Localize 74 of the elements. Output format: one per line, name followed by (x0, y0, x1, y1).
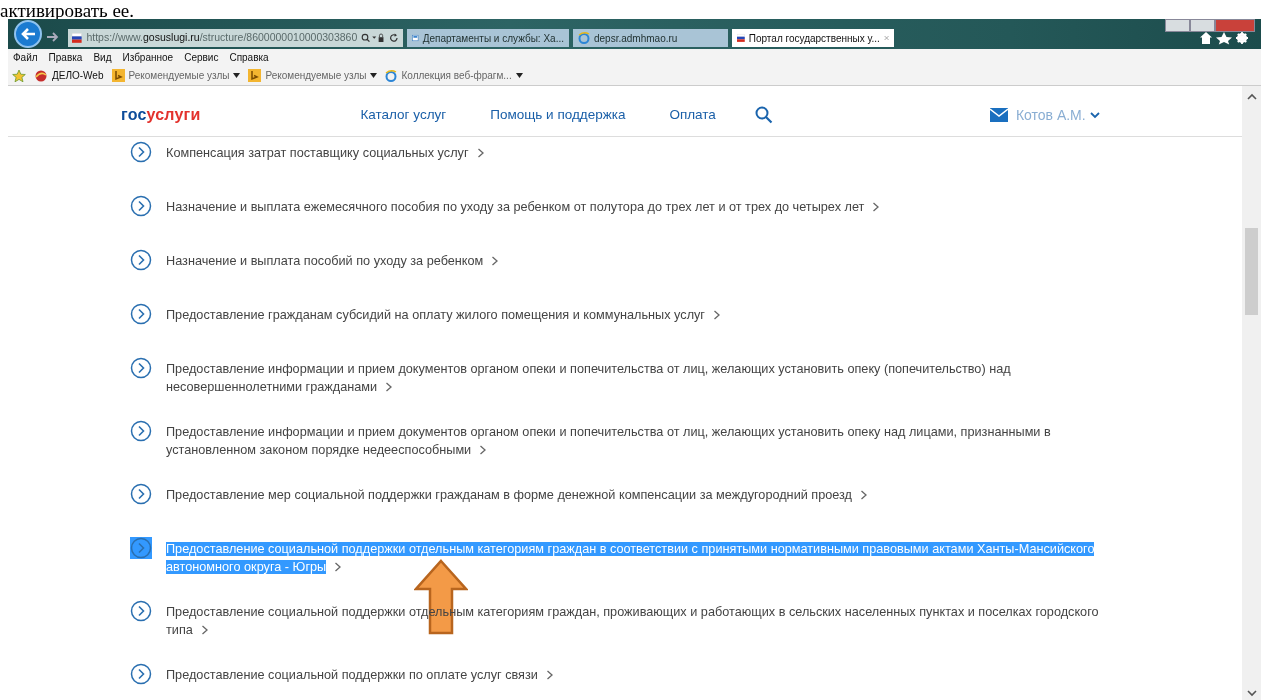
scroll-down-icon[interactable] (1245, 688, 1258, 698)
tab-title: Портал государственных у... (748, 31, 880, 46)
nav-link[interactable]: Оплата (669, 104, 716, 126)
service-link[interactable]: Назначение и выплата пособий по уходу за ребенком (166, 249, 1111, 270)
scroll-up-icon[interactable] (1245, 92, 1258, 102)
chevron-right-icon (334, 562, 343, 572)
chevron-circle-icon[interactable] (130, 420, 152, 442)
back-button[interactable] (14, 20, 42, 48)
chevron-down-icon (1089, 111, 1100, 119)
chevron-right-icon (476, 148, 485, 158)
service-link[interactable]: Назначение и выплата ежемесячного пособия по уходу за ребенком от полутора до трех лет и от трех до четырех лет (166, 195, 1111, 216)
globe-icon (34, 68, 48, 83)
nav-link[interactable]: Помощь и поддержка (490, 104, 626, 126)
menu-item[interactable]: Избранное (122, 50, 174, 65)
chevron-right-icon (860, 490, 869, 500)
back-arrow-icon (20, 27, 36, 41)
chevron-circle-icon[interactable] (130, 141, 152, 163)
menu-item[interactable]: Правка (48, 50, 83, 65)
browser-icon (578, 32, 590, 44)
page-icon (412, 32, 419, 44)
favorites-link[interactable]: Рекомендуемые узлы (111, 68, 241, 83)
favorites-star-icon[interactable] (12, 68, 26, 83)
browser-icon (385, 69, 398, 82)
service-link[interactable]: Компенсация затрат поставщику социальных услуг (166, 141, 1111, 162)
chevron-right-icon (479, 445, 488, 455)
browser-tab[interactable]: Департаменты и службы: Ха... (407, 29, 569, 47)
chevron-circle-icon[interactable] (130, 663, 152, 685)
mail-icon[interactable] (989, 108, 1008, 122)
favorites-link[interactable]: ДЕЛО-Web (34, 68, 104, 83)
service-link[interactable]: Предоставление информации и прием документов органом опеки и попечительства от лиц, желающих установить опеку (попечительство) над несовершеннолетними гражданами (166, 357, 1111, 396)
b-logo-icon (111, 69, 125, 82)
tab-title: Департаменты и службы: Ха... (422, 31, 564, 46)
refresh-icon[interactable] (389, 32, 399, 44)
chevron-circle-icon[interactable] (130, 357, 152, 379)
chevron-circle-icon[interactable] (130, 600, 152, 622)
service-link[interactable]: Предоставление информации и прием документов органом опеки и попечительства от лиц, желающих установить опеку над лицами, признанными в установленном законом порядке недееспособными (166, 420, 1111, 459)
address-field[interactable]: https://www.gosuslugi.ru/structure/8600000010000303860 (68, 29, 403, 47)
chevron-right-icon (200, 625, 209, 635)
menu-item[interactable]: Файл (13, 50, 38, 65)
search-icon[interactable] (754, 106, 773, 124)
favorites-link[interactable]: Рекомендуемые узлы (248, 68, 378, 83)
chevron-right-icon (491, 256, 500, 266)
flag-icon (737, 32, 745, 44)
site-logo[interactable]: госуслуги (121, 103, 201, 127)
address-text: https://www.gosuslugi.ru/structure/8600000010000303860 (86, 30, 358, 46)
chevron-right-icon (385, 382, 394, 392)
chevron-right-icon (713, 310, 721, 320)
service-link[interactable]: Предоставление гражданам субсидий на оплату жилого помещения и коммунальных услуг (166, 303, 1111, 324)
nav-link[interactable]: Каталог услуг (360, 104, 447, 126)
document-text: активировать ее. (0, 1, 135, 20)
browser-tab[interactable]: Портал государственных у... (732, 29, 894, 47)
chevron-right-icon (545, 670, 554, 680)
forward-icon[interactable] (46, 31, 60, 43)
scroll-thumb[interactable] (1245, 228, 1258, 315)
chevron-circle-icon[interactable] (130, 195, 152, 217)
scrollbar[interactable] (1242, 86, 1261, 700)
chevron-right-icon (872, 202, 881, 212)
tab-title: depsr.admhmao.ru (594, 31, 678, 46)
minimize-button[interactable] (1165, 19, 1190, 32)
favorites-link[interactable]: Коллекция веб-фрагм... (385, 68, 523, 83)
menu-item[interactable]: Вид (93, 50, 112, 65)
b-logo-icon (248, 69, 262, 82)
maximize-button[interactable] (1190, 19, 1215, 32)
browser-tab[interactable]: depsr.admhmao.ru (573, 29, 728, 47)
menu-item[interactable]: Сервис (184, 50, 219, 65)
menu-item[interactable]: Справка (229, 50, 269, 65)
service-link[interactable]: Предоставление социальной поддержки по оплате услуг связи (166, 663, 1111, 684)
chevron-circle-icon[interactable] (130, 483, 152, 505)
home-favorites-settings-icon[interactable] (1199, 31, 1249, 45)
flag-icon (72, 32, 83, 44)
chevron-circle-icon[interactable] (130, 249, 152, 271)
service-link[interactable]: Предоставление мер социальной поддержки гражданам в форме денежной компенсации за междугородний проезд (166, 483, 1111, 504)
search-lock-icon[interactable] (361, 32, 386, 44)
chevron-circle-icon[interactable] (130, 303, 152, 325)
